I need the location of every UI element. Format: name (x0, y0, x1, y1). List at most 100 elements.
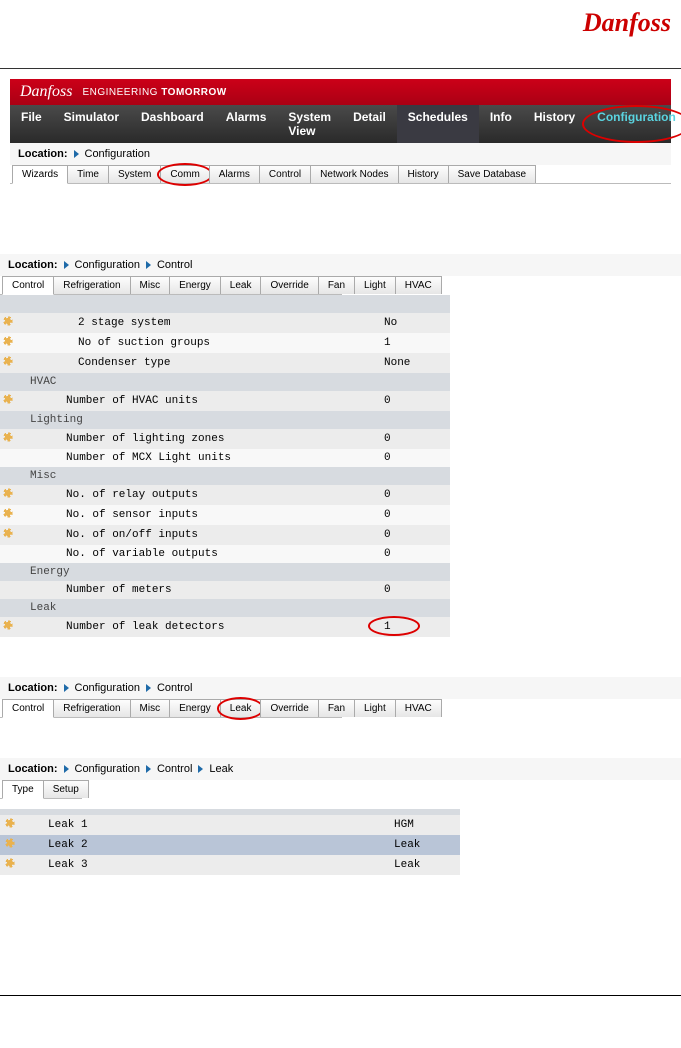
setting-row[interactable]: No. of on/off inputs0 (0, 525, 450, 545)
menu-item[interactable]: Detail (342, 105, 397, 143)
tab[interactable]: Refrigeration (53, 699, 130, 717)
setting-row[interactable]: Number of lighting zones0 (0, 429, 450, 449)
setting-value[interactable]: 0 (384, 505, 450, 525)
tab[interactable]: Network Nodes (310, 165, 398, 183)
crumb[interactable]: Leak (209, 763, 233, 775)
tab[interactable]: Fan (318, 276, 355, 294)
tab[interactable]: System (108, 165, 161, 183)
menu-item[interactable]: History (523, 105, 586, 143)
setting-value[interactable]: 0 (384, 525, 450, 545)
setting-value[interactable]: 0 (384, 449, 450, 467)
gear-icon (2, 487, 14, 499)
setting-value[interactable]: 0 (384, 545, 450, 563)
brand-logo-text: Danfoss (583, 8, 671, 37)
gear-icon (2, 619, 14, 631)
setting-row[interactable]: Condenser typeNone (0, 353, 450, 373)
setting-value[interactable]: 0 (384, 581, 450, 599)
tab[interactable]: Comm (160, 165, 209, 183)
setting-row[interactable]: No. of relay outputs0 (0, 485, 450, 505)
breadcrumb: Location: Configuration Control Leak (0, 758, 681, 780)
leak-type-value[interactable]: Leak (388, 855, 460, 875)
leak-type-value[interactable]: Leak (388, 835, 460, 855)
tab[interactable]: Type (2, 780, 44, 799)
crumb[interactable]: Configuration (85, 148, 150, 160)
setting-row[interactable]: 2 stage systemNo (0, 313, 450, 333)
tab[interactable]: Control (2, 699, 54, 718)
leak-row[interactable]: Leak 1HGM (0, 815, 460, 835)
crumb[interactable]: Configuration (75, 763, 140, 775)
screenshot-3: Location: Configuration Control ControlR… (0, 677, 681, 718)
tab[interactable]: Energy (169, 276, 221, 294)
menu-item[interactable]: Dashboard (130, 105, 215, 143)
setting-row[interactable]: No. of sensor inputs0 (0, 505, 450, 525)
chevron-right-icon (198, 765, 203, 773)
tab[interactable]: Control (2, 276, 54, 295)
gear-icon (2, 431, 14, 443)
menu-item[interactable]: File (10, 105, 53, 143)
setting-row[interactable]: Number of MCX Light units0 (0, 449, 450, 467)
setting-row[interactable]: Number of HVAC units0 (0, 391, 450, 411)
tab[interactable]: Leak (220, 699, 262, 717)
tab[interactable]: Leak (220, 276, 262, 294)
tab[interactable]: Fan (318, 699, 355, 717)
setting-value[interactable]: 0 (384, 391, 450, 411)
footer-rule (0, 995, 681, 996)
menu-item[interactable]: Alarms (215, 105, 278, 143)
crumb[interactable]: Configuration (75, 259, 140, 271)
tab[interactable]: Alarms (209, 165, 260, 183)
menu-item[interactable]: Schedules (397, 105, 479, 143)
setting-value[interactable]: 1 (384, 617, 450, 637)
setting-row[interactable]: Number of meters0 (0, 581, 450, 599)
setting-value[interactable]: None (384, 353, 450, 373)
subtabs-leak: TypeSetup (0, 780, 82, 799)
gear-icon (4, 817, 16, 829)
setting-value[interactable]: 0 (384, 485, 450, 505)
header-logo: Danfoss (0, 0, 681, 69)
tab[interactable]: Light (354, 699, 396, 717)
tab[interactable]: Misc (130, 699, 171, 717)
tab[interactable]: Time (67, 165, 109, 183)
tab[interactable]: HVAC (395, 699, 442, 717)
screenshot-2: Location: Configuration Control ControlR… (0, 254, 681, 637)
tab[interactable]: Override (260, 276, 318, 294)
menu-item[interactable]: System View (277, 105, 342, 143)
leak-row[interactable]: Leak 3Leak (0, 855, 460, 875)
tab[interactable]: Control (259, 165, 311, 183)
location-label: Location: (8, 763, 58, 775)
gear-icon (2, 315, 14, 327)
setting-row[interactable]: No of suction groups1 (0, 333, 450, 353)
setting-label: Number of MCX Light units (24, 449, 384, 467)
setting-row[interactable]: Number of leak detectors1 (0, 617, 450, 637)
tab[interactable]: Energy (169, 699, 221, 717)
crumb[interactable]: Control (157, 259, 192, 271)
tab[interactable]: Save Database (448, 165, 536, 183)
setting-value[interactable]: No (384, 313, 450, 333)
gear-icon (4, 837, 16, 849)
leak-row[interactable]: Leak 2Leak (0, 835, 460, 855)
leak-name: Leak 3 (28, 855, 388, 875)
menu-item[interactable]: Configuration (586, 105, 681, 143)
tab[interactable]: HVAC (395, 276, 442, 294)
tab[interactable]: Override (260, 699, 318, 717)
tab[interactable]: Wizards (12, 165, 68, 184)
leak-name: Leak 2 (28, 835, 388, 855)
gear-icon (4, 857, 16, 869)
crumb[interactable]: Configuration (75, 682, 140, 694)
tab[interactable]: Refrigeration (53, 276, 130, 294)
gear-icon (2, 355, 14, 367)
setting-row[interactable]: No. of variable outputs0 (0, 545, 450, 563)
tab[interactable]: Light (354, 276, 396, 294)
tab[interactable]: Misc (130, 276, 171, 294)
tab[interactable]: History (398, 165, 449, 183)
setting-value[interactable]: 1 (384, 333, 450, 353)
gear-icon (2, 527, 14, 539)
menu-item[interactable]: Simulator (53, 105, 130, 143)
menu-item[interactable]: Info (479, 105, 523, 143)
crumb[interactable]: Control (157, 763, 192, 775)
breadcrumb: Location: Configuration Control (0, 254, 681, 276)
tab[interactable]: Setup (43, 780, 89, 798)
setting-label: No. of on/off inputs (24, 525, 384, 545)
setting-value[interactable]: 0 (384, 429, 450, 449)
crumb[interactable]: Control (157, 682, 192, 694)
leak-type-value[interactable]: HGM (388, 815, 460, 835)
